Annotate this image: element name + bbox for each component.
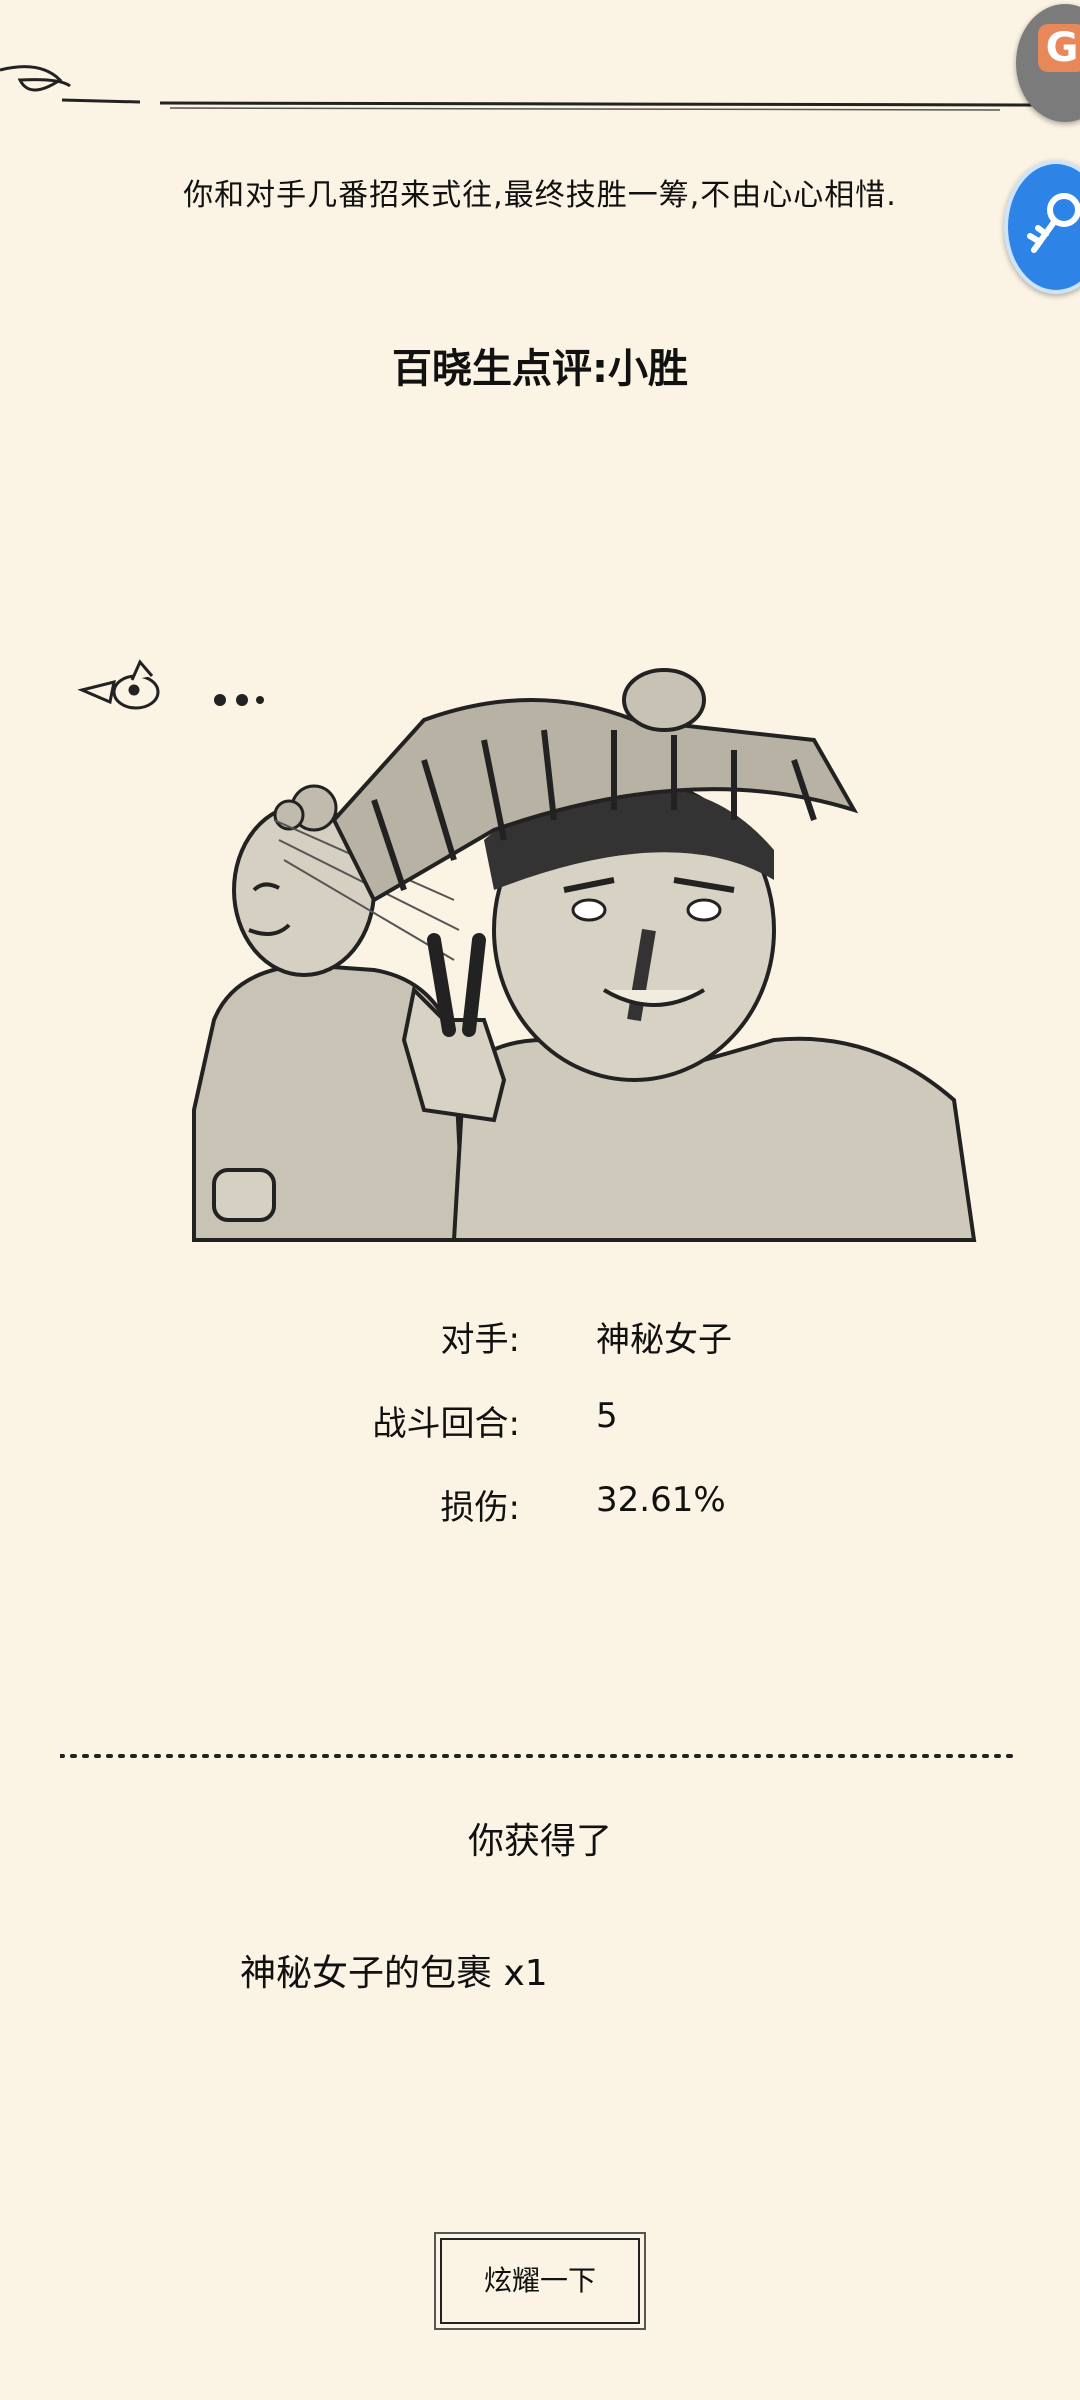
share-button[interactable]: 炫耀一下 [440, 2238, 640, 2324]
game-launcher-icon: G [1038, 24, 1080, 72]
stat-value-rounds: 5 [596, 1396, 618, 1436]
dotted-divider [60, 1754, 1020, 1758]
battle-illustration [77, 659, 977, 1242]
stat-label-opponent: 对手: [440, 1320, 520, 1360]
reward-item: 神秘女子的包裹 x1 [240, 1953, 548, 1994]
battle-story-text: 你和对手几番招来式往,最终技胜一筹,不由心心相惜. [183, 178, 897, 213]
stat-value-damage: 32.61% [596, 1480, 726, 1520]
battle-rating-title: 百晓生点评:小胜 [392, 346, 688, 392]
stat-label-damage: 损伤: [440, 1488, 520, 1528]
reward-title: 你获得了 [467, 1821, 612, 1862]
stat-label-rounds: 战斗回合: [372, 1404, 520, 1444]
bird-doodle [77, 659, 160, 710]
top-divider-line [0, 65, 1041, 111]
stat-value-opponent: 神秘女子 [596, 1320, 732, 1360]
